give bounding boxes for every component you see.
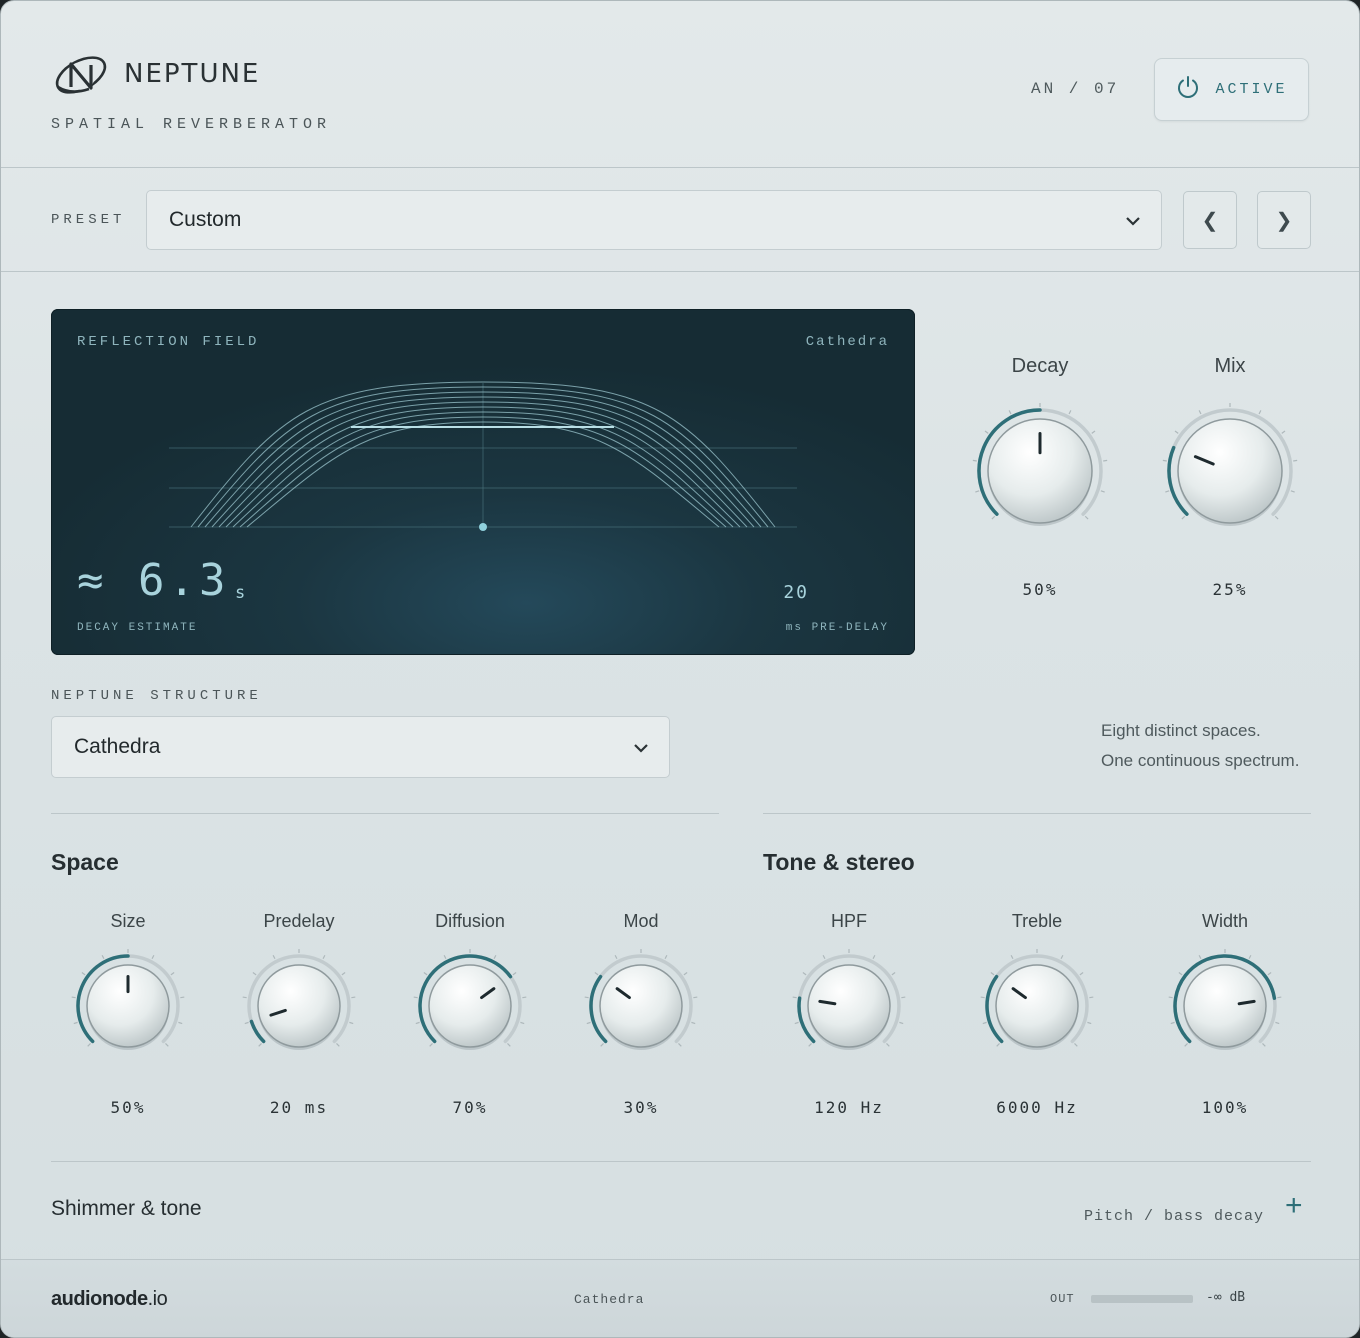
mix-label: Mix: [1214, 355, 1246, 377]
decay-caption: DECAY ESTIMATE: [77, 622, 198, 634]
mix-value: 25%: [1212, 580, 1248, 599]
mod-knob[interactable]: [580, 945, 702, 1072]
brand-name: NEPTUNE: [124, 59, 261, 89]
decay-number: 6.3: [138, 555, 230, 606]
hpf-knob[interactable]: [788, 945, 910, 1072]
treble-label: Treble: [1011, 911, 1063, 931]
listener-point: [479, 523, 487, 531]
space-section-title: Space: [51, 849, 119, 875]
decay-value: 50%: [1022, 580, 1058, 599]
diffusion-knob[interactable]: [409, 945, 531, 1072]
diffusion-label: Diffusion: [435, 911, 505, 931]
divider: [763, 813, 1311, 814]
mod-value: 30%: [623, 1098, 659, 1117]
preset-value: Custom: [169, 208, 242, 231]
diffusion-value: 70%: [452, 1098, 488, 1117]
preset-label: PRESET: [51, 212, 126, 228]
predelay-value: 20: [783, 582, 809, 603]
power-icon: [1175, 74, 1201, 105]
size-value: 50%: [110, 1098, 146, 1117]
footer-brand-bold: audionode: [51, 1288, 148, 1310]
width-value: 100%: [1201, 1098, 1249, 1117]
shimmer-subtitle: Pitch / bass decay: [1084, 1208, 1265, 1225]
shimmer-section-toggle[interactable]: Shimmer & tone: [51, 1197, 202, 1221]
tagline-line-2: One continuous spectrum.: [1101, 751, 1300, 770]
tone-section-title: Tone & stereo: [763, 849, 915, 875]
chevron-right-icon: ❯: [1275, 209, 1293, 232]
footer-brand-suffix: .io: [147, 1288, 168, 1310]
predelay-knob-value: 20 ms: [269, 1098, 329, 1117]
predelay-caption: ms PRE-DELAY: [785, 622, 889, 634]
structure-label: NEPTUNE STRUCTURE: [51, 688, 262, 704]
structure-select[interactable]: Cathedra: [51, 716, 670, 778]
output-level: -∞ dB: [1206, 1290, 1246, 1305]
decay-label: Decay: [1011, 355, 1069, 377]
structure-value: Cathedra: [74, 735, 161, 758]
predelay-label: Predelay: [263, 911, 335, 931]
divider: [51, 1161, 1311, 1162]
divider: [1, 271, 1359, 272]
mod-label: Mod: [623, 911, 659, 931]
output-label: OUT: [1050, 1292, 1075, 1306]
tagline-line-1: Eight distinct spaces.: [1101, 721, 1261, 740]
width-label: Width: [1201, 911, 1248, 931]
active-label: ACTIVE: [1215, 81, 1288, 98]
unit-id: AN / 07: [1031, 80, 1120, 98]
chevron-down-icon: [633, 735, 649, 759]
divider: [1, 167, 1359, 168]
predelay-knob[interactable]: [238, 945, 360, 1072]
preset-select[interactable]: Custom: [146, 190, 1162, 250]
active-toggle-button[interactable]: ACTIVE: [1154, 58, 1309, 121]
plugin-window: NEPTUNE SPATIAL REVERBERATOR AN / 07 ACT…: [0, 0, 1360, 1338]
footer-brand: audionode.io: [51, 1288, 168, 1311]
output-meter: [1091, 1295, 1193, 1303]
footer-space-name: Cathedra: [574, 1292, 645, 1307]
decay-unit: s: [235, 583, 246, 603]
reflection-field-display: REFLECTION FIELD Cathedra ≈ 6.3 s DECAY …: [51, 309, 915, 655]
hpf-value: 120 Hz: [814, 1098, 884, 1117]
treble-value: 6000 Hz: [996, 1098, 1078, 1117]
footer-bar: audionode.io Cathedra OUT -∞ dB: [1, 1259, 1359, 1337]
chevron-down-icon: [1125, 208, 1141, 232]
neptune-logo-icon: [53, 51, 111, 104]
hpf-label: HPF: [831, 911, 867, 931]
next-preset-button[interactable]: ❯: [1257, 191, 1311, 249]
expand-plus-icon[interactable]: +: [1285, 1191, 1303, 1221]
brand-subtitle: SPATIAL REVERBERATOR: [51, 116, 332, 133]
decay-estimate-value: ≈ 6.3: [77, 555, 229, 606]
width-knob[interactable]: [1164, 945, 1286, 1072]
approx-symbol: ≈: [77, 555, 108, 606]
divider: [51, 813, 719, 814]
previous-preset-button[interactable]: ❮: [1183, 191, 1237, 249]
size-knob[interactable]: [67, 945, 189, 1072]
treble-knob[interactable]: [976, 945, 1098, 1072]
chevron-left-icon: ❮: [1201, 209, 1219, 232]
decay-knob[interactable]: [968, 399, 1112, 548]
size-label: Size: [110, 911, 146, 931]
mix-knob[interactable]: [1158, 399, 1302, 548]
